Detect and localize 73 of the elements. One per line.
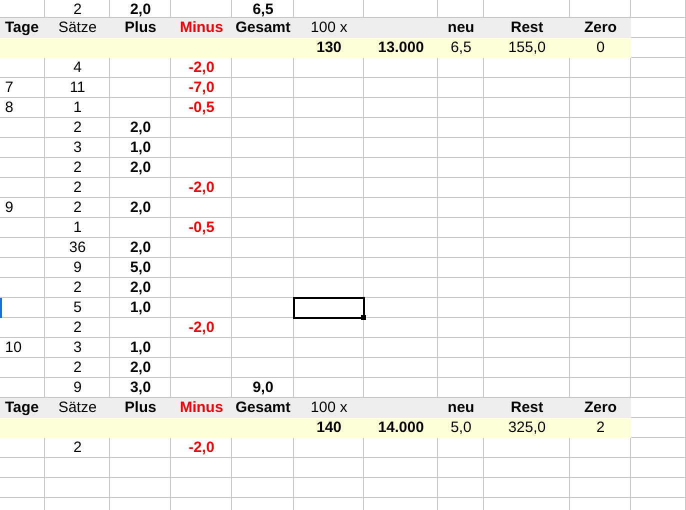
table-cell-text: -2,0 — [188, 318, 216, 338]
table-cell-text: Tage — [4, 398, 40, 418]
table-cell-text: 9 — [72, 378, 83, 398]
table-cell-text: 14.000 — [377, 418, 425, 438]
table-cell-text: 9 — [72, 258, 83, 278]
table-cell-text: 2,0 — [129, 118, 152, 138]
table-cell-text: 2 — [72, 178, 83, 198]
table-cell-text: 11 — [68, 78, 86, 98]
table-cell-text: 2,0 — [129, 0, 152, 19]
table-cell-text: Zero — [583, 398, 618, 418]
table-cell-text: 6,5 — [252, 0, 274, 19]
table-cell-text: Minus — [178, 398, 224, 418]
table-cell-text: 2 — [72, 198, 83, 218]
table-cell-text: neu — [446, 18, 476, 38]
table-cell-text: 8 — [4, 98, 14, 118]
table-cell-text: 4 — [72, 58, 83, 78]
table-cell-text: 0 — [595, 38, 606, 58]
table-cell-text: 140 — [315, 418, 343, 438]
table-cell-text: neu — [446, 398, 476, 418]
table-cell-text: 130 — [315, 38, 343, 58]
table-cell-text: 2,0 — [129, 198, 152, 218]
table-cell-text: 13.000 — [377, 38, 425, 58]
table-cell-text: 5 — [72, 298, 83, 318]
table-cell-text: -0,5 — [188, 98, 216, 118]
table-cell-text: Tage — [4, 18, 40, 38]
table-cell-text: Plus — [124, 18, 158, 38]
table-cell-text: 2,0 — [129, 238, 152, 258]
table-cell-text: 3,0 — [129, 378, 152, 398]
table-cell-text: 2 — [72, 118, 83, 138]
table-cell-text: 100 x — [310, 398, 348, 418]
table-cell-text: 3 — [72, 138, 83, 158]
table-cell-text: 2 — [72, 278, 83, 298]
table-cell-text: Rest — [510, 18, 544, 38]
table-cell-text: 1,0 — [129, 338, 152, 358]
table-cell-text: 2,0 — [129, 278, 152, 298]
table-cell-text: Gesamt — [234, 398, 292, 418]
table-cell-text: 1,0 — [129, 298, 152, 318]
table-cell-text: Gesamt — [234, 18, 292, 38]
table-cell-text: 2 — [72, 0, 83, 19]
table-cell-text: -2,0 — [188, 58, 216, 78]
table-cell-text: 2 — [72, 318, 83, 338]
table-cell-text: 100 x — [310, 18, 348, 38]
table-cell-text: 2 — [72, 438, 83, 458]
table-cell-text: Rest — [510, 398, 544, 418]
table-cell-text: 5,0 — [450, 418, 472, 438]
table-cell-text: Zero — [583, 18, 618, 38]
table-cell-text: 6,5 — [450, 38, 472, 58]
table-cell-text: 10 — [4, 338, 23, 358]
table-cell-text: 3 — [72, 338, 83, 358]
table-cell-text: 36 — [68, 238, 87, 258]
table-cell-text: 1 — [72, 98, 83, 118]
table-cell-text: Minus — [178, 18, 224, 38]
table-cell-text: 9,0 — [252, 378, 274, 398]
cell-cursor[interactable] — [293, 297, 365, 319]
table-cell-text: 7 — [4, 78, 14, 98]
table-cell-text: -2,0 — [188, 178, 216, 198]
table-cell-text: 2 — [72, 358, 83, 378]
table-cell-text: 2,0 — [129, 158, 152, 178]
table-cell-text: 325,0 — [507, 418, 547, 438]
table-cell-text: 2 — [72, 158, 83, 178]
table-cell-text: Sätze — [57, 398, 98, 418]
table-cell-text: 2,0 — [129, 358, 152, 378]
table-cell-text: -7,0 — [188, 78, 216, 98]
table-cell-text: -0,5 — [188, 218, 216, 238]
table-cell-text: 5,0 — [129, 258, 152, 278]
table-cell-text: 1 — [72, 218, 83, 238]
table-cell-text: -2,0 — [188, 438, 216, 458]
table-cell-text: 155,0 — [507, 38, 547, 58]
table-cell-text: 9 — [4, 198, 14, 218]
table-cell-text: Sätze — [57, 18, 98, 38]
table-cell-text: 1,0 — [129, 138, 152, 158]
table-cell-text: 2 — [595, 418, 606, 438]
table-cell-text: Plus — [124, 398, 158, 418]
